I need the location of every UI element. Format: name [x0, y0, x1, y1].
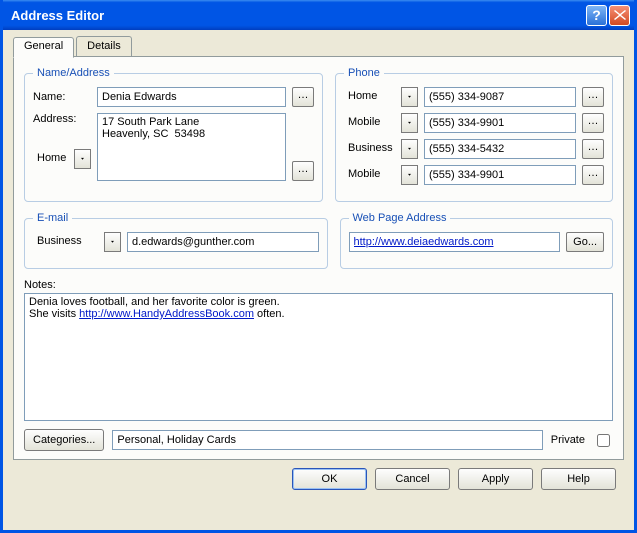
- phone-more-1[interactable]: [582, 113, 604, 133]
- chevron-down-icon: [408, 172, 411, 178]
- legend-email: E-mail: [33, 212, 72, 224]
- address-input[interactable]: 17 South Park Lane Heavenly, SC 53498: [97, 113, 286, 181]
- address-editor-window: Address Editor ? General Details Name/Ad…: [0, 0, 637, 533]
- chevron-down-icon: [81, 156, 84, 162]
- name-input[interactable]: [97, 87, 286, 107]
- web-url-input[interactable]: [349, 232, 561, 252]
- categories-button[interactable]: Categories...: [24, 429, 104, 451]
- phone-input-3[interactable]: [424, 165, 576, 185]
- group-web: Web Page Address Go...: [340, 212, 614, 269]
- group-name-address: Name/Address Name: Address: Home: [24, 67, 323, 202]
- chevron-down-icon: [408, 120, 411, 126]
- address-label: Address:: [33, 113, 91, 125]
- phone-type-dropdown-3[interactable]: [401, 165, 418, 185]
- phone-type-3: Mobile: [344, 165, 401, 185]
- close-button[interactable]: [609, 5, 630, 26]
- email-input[interactable]: [127, 232, 319, 252]
- phone-more-2[interactable]: [582, 139, 604, 159]
- notes-label: Notes:: [24, 279, 613, 291]
- private-label: Private: [551, 434, 585, 446]
- close-icon: [614, 10, 626, 20]
- email-type-value: Business: [33, 232, 104, 252]
- chevron-down-icon: [408, 94, 411, 100]
- go-button[interactable]: Go...: [566, 232, 604, 252]
- window-title: Address Editor: [11, 8, 584, 23]
- phone-type-1: Mobile: [344, 113, 401, 133]
- tab-panel-general: Name/Address Name: Address: Home: [13, 56, 624, 460]
- cancel-button[interactable]: Cancel: [375, 468, 450, 490]
- categories-input[interactable]: [112, 430, 542, 450]
- dialog-buttons: OK Cancel Apply Help: [13, 460, 624, 494]
- ok-button[interactable]: OK: [292, 468, 367, 490]
- chevron-down-icon: [408, 146, 411, 152]
- notes-link[interactable]: http://www.HandyAddressBook.com: [79, 308, 254, 320]
- phone-input-2[interactable]: [424, 139, 576, 159]
- name-label: Name:: [33, 91, 91, 103]
- group-email: E-mail Business: [24, 212, 328, 269]
- tab-details[interactable]: Details: [76, 36, 132, 57]
- client-area: General Details Name/Address Name: Addre…: [3, 30, 634, 530]
- phone-type-0: Home: [344, 87, 401, 107]
- titlebar[interactable]: Address Editor ?: [3, 0, 634, 30]
- notes-text-post: often.: [254, 308, 285, 320]
- help-button[interactable]: ?: [586, 5, 607, 26]
- phone-type-2: Business: [344, 139, 401, 159]
- phone-type-dropdown-2[interactable]: [401, 139, 418, 159]
- phone-more-0[interactable]: [582, 87, 604, 107]
- address-type-value: Home: [33, 149, 74, 169]
- address-type-dropdown[interactable]: [74, 149, 91, 169]
- phone-more-3[interactable]: [582, 165, 604, 185]
- phone-input-1[interactable]: [424, 113, 576, 133]
- tab-general[interactable]: General: [13, 37, 74, 58]
- private-checkbox[interactable]: [597, 434, 610, 447]
- apply-button[interactable]: Apply: [458, 468, 533, 490]
- help-button-bottom[interactable]: Help: [541, 468, 616, 490]
- phone-type-dropdown-0[interactable]: [401, 87, 418, 107]
- chevron-down-icon: [111, 239, 114, 245]
- legend-phone: Phone: [344, 67, 384, 79]
- legend-name-address: Name/Address: [33, 67, 114, 79]
- phone-type-dropdown-1[interactable]: [401, 113, 418, 133]
- email-type-dropdown[interactable]: [104, 232, 121, 252]
- phone-input-0[interactable]: [424, 87, 576, 107]
- notes-textarea[interactable]: Denia loves football, and her favorite c…: [24, 293, 613, 421]
- legend-web: Web Page Address: [349, 212, 451, 224]
- group-phone: Phone Home Mobile: [335, 67, 613, 202]
- address-more-button[interactable]: [292, 161, 314, 181]
- name-more-button[interactable]: [292, 87, 314, 107]
